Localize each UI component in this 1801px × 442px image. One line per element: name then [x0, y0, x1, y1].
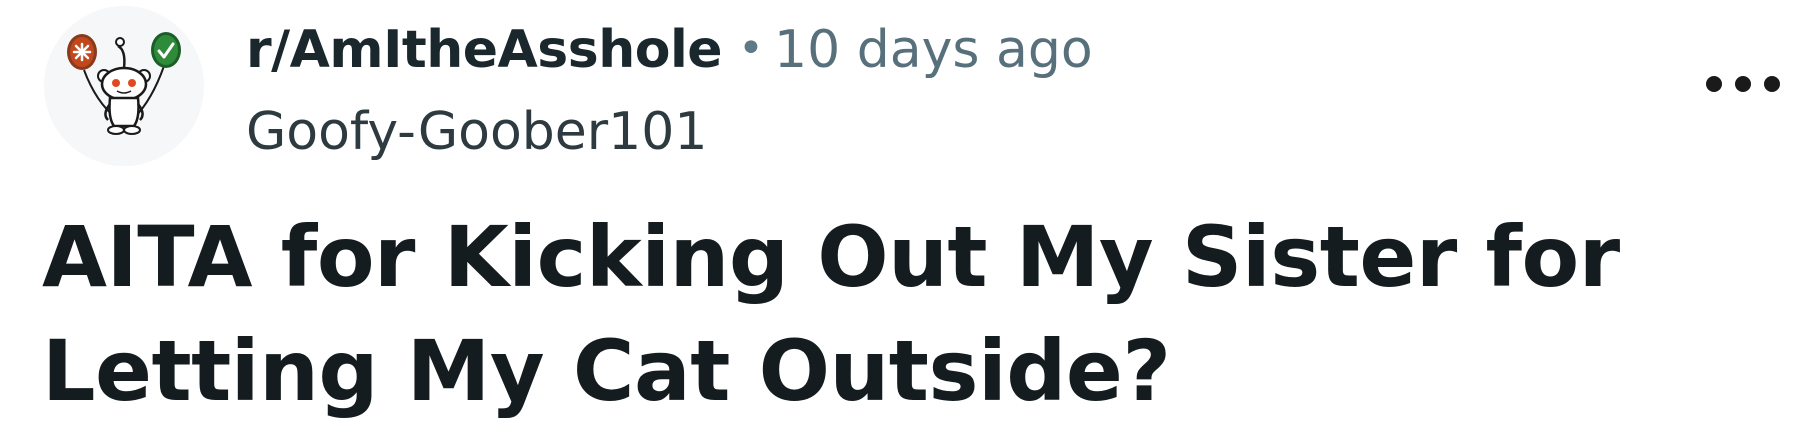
- post-meta-line: r/AmItheAsshole • 10 days ago: [246, 14, 1093, 86]
- post-meta: r/AmItheAsshole • 10 days ago Goofy-Goober…: [246, 14, 1093, 168]
- snoo-avatar-icon: [44, 6, 204, 166]
- post-time: 10 days ago: [774, 20, 1093, 80]
- subreddit-avatar[interactable]: [44, 6, 204, 166]
- more-options-icon: [1706, 76, 1722, 92]
- author-link[interactable]: Goofy-Goober101: [246, 102, 707, 162]
- meta-separator: •: [738, 23, 764, 74]
- author-line: Goofy-Goober101: [246, 96, 1093, 168]
- subreddit-link[interactable]: r/AmItheAsshole: [246, 20, 723, 80]
- more-options-button[interactable]: [1706, 64, 1780, 104]
- post-header: r/AmItheAsshole • 10 days ago Goofy-Goober…: [0, 0, 1801, 170]
- more-options-icon-dot: [1764, 76, 1780, 92]
- post-title[interactable]: AITA for Kicking Out My Sister for Letti…: [42, 200, 1782, 428]
- more-options-icon-dot: [1735, 76, 1751, 92]
